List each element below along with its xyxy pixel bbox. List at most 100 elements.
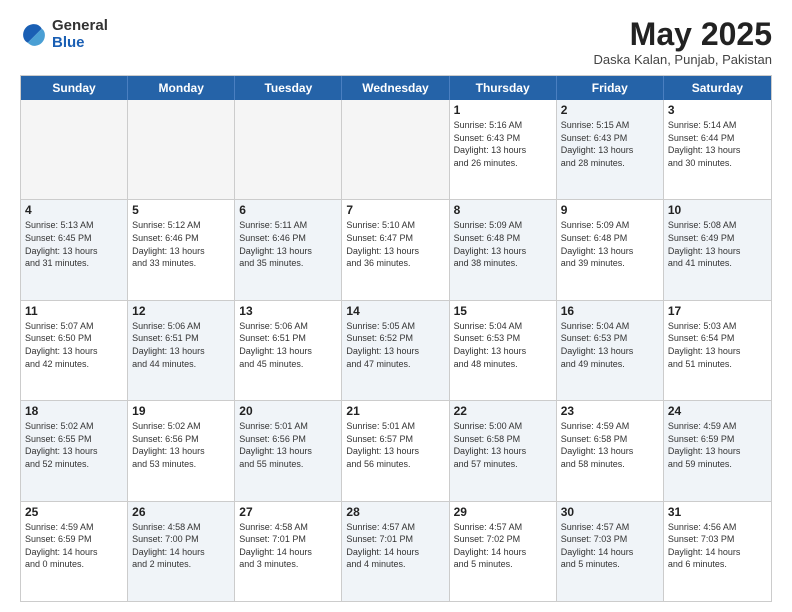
- cell-detail: Sunrise: 5:01 AM Sunset: 6:56 PM Dayligh…: [239, 420, 337, 470]
- day-number: 3: [668, 103, 767, 117]
- day-number: 25: [25, 505, 123, 519]
- calendar-cell-14: 14 Sunrise: 5:05 AM Sunset: 6:52 PM Dayli…: [342, 301, 449, 400]
- cell-detail: Sunrise: 5:00 AM Sunset: 6:58 PM Dayligh…: [454, 420, 552, 470]
- day-number: 20: [239, 404, 337, 418]
- header-day-thursday: Thursday: [450, 76, 557, 100]
- cell-detail: Sunrise: 5:09 AM Sunset: 6:48 PM Dayligh…: [454, 219, 552, 269]
- cell-detail: Sunrise: 5:14 AM Sunset: 6:44 PM Dayligh…: [668, 119, 767, 169]
- cell-detail: Sunrise: 5:02 AM Sunset: 6:55 PM Dayligh…: [25, 420, 123, 470]
- day-number: 19: [132, 404, 230, 418]
- title-block: May 2025 Daska Kalan, Punjab, Pakistan: [594, 18, 773, 67]
- day-number: 7: [346, 203, 444, 217]
- cell-detail: Sunrise: 5:03 AM Sunset: 6:54 PM Dayligh…: [668, 320, 767, 370]
- calendar-cell-18: 18 Sunrise: 5:02 AM Sunset: 6:55 PM Dayli…: [21, 401, 128, 500]
- calendar-cell-empty: [342, 100, 449, 199]
- calendar-row-4: 25Sunrise: 4:59 AM Sunset: 6:59 PM Dayli…: [21, 501, 771, 601]
- cell-detail: Sunrise: 5:06 AM Sunset: 6:51 PM Dayligh…: [132, 320, 230, 370]
- calendar-cell-3: 3 Sunrise: 5:14 AM Sunset: 6:44 PM Daylig…: [664, 100, 771, 199]
- day-number: 26: [132, 505, 230, 519]
- calendar-cell-13: 13Sunrise: 5:06 AM Sunset: 6:51 PM Dayli…: [235, 301, 342, 400]
- day-number: 11: [25, 304, 123, 318]
- day-number: 29: [454, 505, 552, 519]
- calendar-cell-5: 5Sunrise: 5:12 AM Sunset: 6:46 PM Daylig…: [128, 200, 235, 299]
- day-number: 31: [668, 505, 767, 519]
- page-header: General Blue May 2025 Daska Kalan, Punja…: [20, 18, 772, 67]
- calendar-cell-21: 21 Sunrise: 5:01 AM Sunset: 6:57 PM Dayli…: [342, 401, 449, 500]
- cell-detail: Sunrise: 5:05 AM Sunset: 6:52 PM Dayligh…: [346, 320, 444, 370]
- day-number: 15: [454, 304, 552, 318]
- calendar-header: SundayMondayTuesdayWednesdayThursdayFrid…: [21, 76, 771, 100]
- calendar-cell-20: 20 Sunrise: 5:01 AM Sunset: 6:56 PM Dayli…: [235, 401, 342, 500]
- calendar-cell-9: 9Sunrise: 5:09 AM Sunset: 6:48 PM Daylig…: [557, 200, 664, 299]
- day-number: 2: [561, 103, 659, 117]
- day-number: 1: [454, 103, 552, 117]
- cell-detail: Sunrise: 4:57 AM Sunset: 7:01 PM Dayligh…: [346, 521, 444, 571]
- calendar-cell-31: 31 Sunrise: 4:56 AM Sunset: 7:03 PM Dayli…: [664, 502, 771, 601]
- calendar-cell-empty: [128, 100, 235, 199]
- calendar-body: 1 Sunrise: 5:16 AM Sunset: 6:43 PM Daylig…: [21, 100, 771, 601]
- day-number: 27: [239, 505, 337, 519]
- day-number: 30: [561, 505, 659, 519]
- cell-detail: Sunrise: 5:02 AM Sunset: 6:56 PM Dayligh…: [132, 420, 230, 470]
- calendar-cell-26: 26Sunrise: 4:58 AM Sunset: 7:00 PM Dayli…: [128, 502, 235, 601]
- cell-detail: Sunrise: 5:12 AM Sunset: 6:46 PM Dayligh…: [132, 219, 230, 269]
- logo-text: General Blue: [52, 18, 108, 51]
- cell-detail: Sunrise: 5:04 AM Sunset: 6:53 PM Dayligh…: [561, 320, 659, 370]
- day-number: 10: [668, 203, 767, 217]
- calendar-cell-27: 27 Sunrise: 4:58 AM Sunset: 7:01 PM Dayli…: [235, 502, 342, 601]
- calendar-cell-17: 17 Sunrise: 5:03 AM Sunset: 6:54 PM Dayli…: [664, 301, 771, 400]
- day-number: 4: [25, 203, 123, 217]
- header-day-tuesday: Tuesday: [235, 76, 342, 100]
- cell-detail: Sunrise: 5:10 AM Sunset: 6:47 PM Dayligh…: [346, 219, 444, 269]
- calendar-cell-4: 4 Sunrise: 5:13 AM Sunset: 6:45 PM Daylig…: [21, 200, 128, 299]
- day-number: 6: [239, 203, 337, 217]
- calendar-cell-23: 23 Sunrise: 4:59 AM Sunset: 6:58 PM Dayli…: [557, 401, 664, 500]
- logo-blue: Blue: [52, 35, 108, 52]
- calendar-row-2: 11 Sunrise: 5:07 AM Sunset: 6:50 PM Dayli…: [21, 300, 771, 400]
- day-number: 16: [561, 304, 659, 318]
- header-day-friday: Friday: [557, 76, 664, 100]
- cell-detail: Sunrise: 4:57 AM Sunset: 7:02 PM Dayligh…: [454, 521, 552, 571]
- cell-detail: Sunrise: 5:13 AM Sunset: 6:45 PM Dayligh…: [25, 219, 123, 269]
- calendar-cell-6: 6 Sunrise: 5:11 AM Sunset: 6:46 PM Daylig…: [235, 200, 342, 299]
- day-number: 28: [346, 505, 444, 519]
- cell-detail: Sunrise: 5:15 AM Sunset: 6:43 PM Dayligh…: [561, 119, 659, 169]
- calendar-cell-1: 1 Sunrise: 5:16 AM Sunset: 6:43 PM Daylig…: [450, 100, 557, 199]
- day-number: 21: [346, 404, 444, 418]
- day-number: 18: [25, 404, 123, 418]
- cell-detail: Sunrise: 4:56 AM Sunset: 7:03 PM Dayligh…: [668, 521, 767, 571]
- day-number: 17: [668, 304, 767, 318]
- calendar-cell-30: 30 Sunrise: 4:57 AM Sunset: 7:03 PM Dayli…: [557, 502, 664, 601]
- calendar-cell-empty: [21, 100, 128, 199]
- cell-detail: Sunrise: 4:58 AM Sunset: 7:01 PM Dayligh…: [239, 521, 337, 571]
- cell-detail: Sunrise: 5:16 AM Sunset: 6:43 PM Dayligh…: [454, 119, 552, 169]
- calendar-cell-2: 2 Sunrise: 5:15 AM Sunset: 6:43 PM Daylig…: [557, 100, 664, 199]
- calendar-cell-7: 7 Sunrise: 5:10 AM Sunset: 6:47 PM Daylig…: [342, 200, 449, 299]
- cell-detail: Sunrise: 5:07 AM Sunset: 6:50 PM Dayligh…: [25, 320, 123, 370]
- header-day-wednesday: Wednesday: [342, 76, 449, 100]
- cell-detail: Sunrise: 5:01 AM Sunset: 6:57 PM Dayligh…: [346, 420, 444, 470]
- calendar-cell-24: 24Sunrise: 4:59 AM Sunset: 6:59 PM Dayli…: [664, 401, 771, 500]
- header-day-sunday: Sunday: [21, 76, 128, 100]
- calendar-row-3: 18 Sunrise: 5:02 AM Sunset: 6:55 PM Dayli…: [21, 400, 771, 500]
- logo-general: General: [52, 18, 108, 35]
- logo-icon: [20, 21, 48, 49]
- calendar-cell-19: 19 Sunrise: 5:02 AM Sunset: 6:56 PM Dayli…: [128, 401, 235, 500]
- day-number: 23: [561, 404, 659, 418]
- day-number: 22: [454, 404, 552, 418]
- header-day-monday: Monday: [128, 76, 235, 100]
- day-number: 13: [239, 304, 337, 318]
- cell-detail: Sunrise: 4:59 AM Sunset: 6:58 PM Dayligh…: [561, 420, 659, 470]
- cell-detail: Sunrise: 5:11 AM Sunset: 6:46 PM Dayligh…: [239, 219, 337, 269]
- cell-detail: Sunrise: 4:57 AM Sunset: 7:03 PM Dayligh…: [561, 521, 659, 571]
- calendar-cell-12: 12Sunrise: 5:06 AM Sunset: 6:51 PM Dayli…: [128, 301, 235, 400]
- calendar-cell-28: 28 Sunrise: 4:57 AM Sunset: 7:01 PM Dayli…: [342, 502, 449, 601]
- cell-detail: Sunrise: 5:09 AM Sunset: 6:48 PM Dayligh…: [561, 219, 659, 269]
- cell-detail: Sunrise: 5:04 AM Sunset: 6:53 PM Dayligh…: [454, 320, 552, 370]
- calendar-cell-22: 22 Sunrise: 5:00 AM Sunset: 6:58 PM Dayli…: [450, 401, 557, 500]
- calendar-cell-15: 15 Sunrise: 5:04 AM Sunset: 6:53 PM Dayli…: [450, 301, 557, 400]
- day-number: 14: [346, 304, 444, 318]
- calendar-cell-29: 29 Sunrise: 4:57 AM Sunset: 7:02 PM Dayli…: [450, 502, 557, 601]
- calendar-cell-11: 11 Sunrise: 5:07 AM Sunset: 6:50 PM Dayli…: [21, 301, 128, 400]
- calendar: SundayMondayTuesdayWednesdayThursdayFrid…: [20, 75, 772, 602]
